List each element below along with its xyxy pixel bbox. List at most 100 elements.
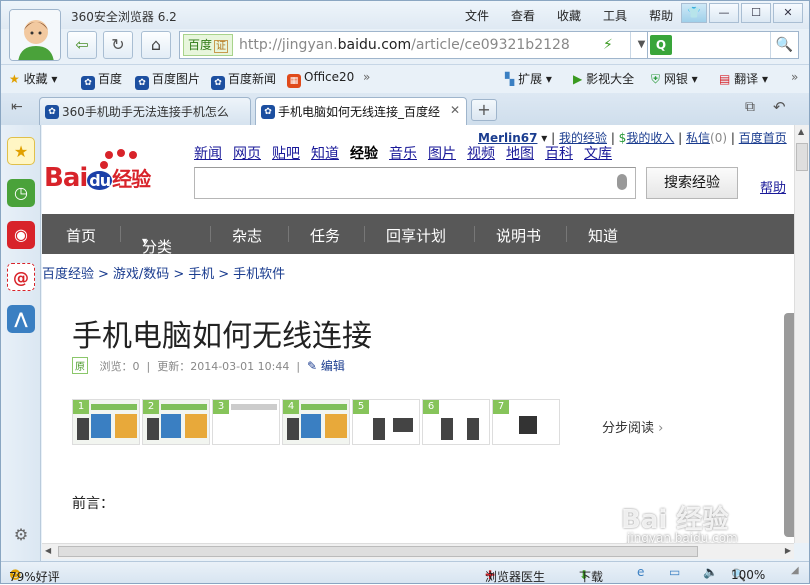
step-thumb[interactable]: 6 <box>422 399 490 445</box>
sidebar-toggle-icon[interactable]: ⇤ <box>11 99 23 115</box>
search-jingyan-button[interactable]: 搜索经验 <box>646 167 738 199</box>
scroll-thumb[interactable] <box>796 143 808 171</box>
article-meta: 原 浏览：0 | 更新：2014-03-01 10:44 | ✎ 编辑 <box>72 357 345 374</box>
favorites-star-icon[interactable]: ★ <box>7 137 35 165</box>
maximize-button[interactable]: ☐ <box>741 3 771 23</box>
fav-baidu-news[interactable]: ✿ 百度新闻 <box>211 70 276 90</box>
baidu-home-link[interactable]: 百度首页 <box>739 131 787 145</box>
crumb-phone-software[interactable]: 手机软件 <box>233 267 285 282</box>
link-baike[interactable]: 百科 <box>545 146 573 162</box>
jingyan-search-input[interactable] <box>194 167 636 199</box>
microphone-icon[interactable] <box>617 174 627 190</box>
address-bar[interactable]: 百度证 http://jingyan.baidu.com/article/ce0… <box>179 31 653 59</box>
skin-button[interactable]: 👕 <box>681 3 707 23</box>
resize-grip-icon[interactable]: ◢ <box>791 565 799 576</box>
nav-share-plan[interactable]: 回享计划 <box>386 225 446 246</box>
nav-zhidao[interactable]: 知道 <box>588 225 618 246</box>
mail-icon[interactable]: @ <box>7 263 35 291</box>
video-button[interactable]: ▶ 影视大全 <box>573 70 634 87</box>
step-number: 1 <box>73 400 89 414</box>
fav-baidu-images[interactable]: ✿ 百度图片 <box>135 70 200 90</box>
app-icon[interactable]: ⋀ <box>7 305 35 333</box>
menu-favorites[interactable]: 收藏 <box>557 7 581 24</box>
step-thumb[interactable]: 2 <box>142 399 210 445</box>
speed-icon[interactable]: ⚡ <box>603 37 613 53</box>
view-count: 浏览：0 <box>99 360 140 373</box>
refresh-button[interactable]: ↻ <box>103 31 133 59</box>
scroll-left-icon[interactable]: ◀ <box>45 546 51 555</box>
menu-view[interactable]: 查看 <box>511 7 535 24</box>
weibo-icon[interactable]: ◉ <box>7 221 35 249</box>
link-wenku[interactable]: 文库 <box>584 146 612 162</box>
step-thumb[interactable]: 4 <box>282 399 350 445</box>
settings-gear-icon[interactable]: ⚙ <box>7 521 35 549</box>
user-avatar[interactable] <box>9 9 61 61</box>
restore-tabs-icon[interactable]: ⧉ <box>745 99 755 115</box>
history-clock-icon[interactable]: ◷ <box>7 179 35 207</box>
edit-link[interactable]: ✎ 编辑 <box>307 359 345 373</box>
tab-active[interactable]: ✿ 手机电脑如何无线连接_百度经 ✕ <box>255 97 467 125</box>
vertical-scrollbar[interactable]: ▲ <box>794 125 809 543</box>
fav-office[interactable]: ▦ Office20 <box>287 70 354 88</box>
step-thumb[interactable]: 1 <box>72 399 140 445</box>
screen-icon[interactable]: ▭ <box>669 565 680 579</box>
volume-icon[interactable]: 🔈 <box>703 565 718 579</box>
link-video[interactable]: 视频 <box>467 146 495 162</box>
nav-tasks[interactable]: 任务 <box>310 225 340 246</box>
crumb-games[interactable]: 游戏/数码 <box>113 267 169 282</box>
nav-magazine[interactable]: 杂志 <box>232 225 262 246</box>
link-tieba[interactable]: 贴吧 <box>272 146 300 162</box>
search-icon[interactable]: 🔍 <box>770 32 798 58</box>
menu-tools[interactable]: 工具 <box>603 7 627 24</box>
close-button[interactable]: ✕ <box>773 3 803 23</box>
extensions-button[interactable]: ▚ 扩展 ▾ <box>505 70 552 87</box>
back-button[interactable]: ⇦ <box>67 31 97 59</box>
my-income-link[interactable]: 我的收入 <box>626 131 674 145</box>
crumb-home[interactable]: 百度经验 <box>42 267 94 282</box>
help-link[interactable]: 帮助 <box>760 177 786 196</box>
step-thumb[interactable]: 5 <box>352 399 420 445</box>
toolbar-more-icon[interactable]: » <box>791 70 798 84</box>
new-tab-button[interactable]: + <box>471 99 497 121</box>
scroll-up-icon[interactable]: ▲ <box>798 127 804 136</box>
h-scroll-thumb[interactable] <box>58 546 698 557</box>
link-web[interactable]: 网页 <box>233 146 261 162</box>
ie-icon[interactable]: e <box>637 565 644 579</box>
menu-help[interactable]: 帮助 <box>649 7 673 24</box>
fav-baidu[interactable]: ✿ 百度 <box>81 70 122 90</box>
cert-badge[interactable]: 百度证 <box>183 34 234 56</box>
preface-heading: 前言： <box>72 496 114 512</box>
translate-button[interactable]: ▤ 翻译 ▾ <box>719 70 768 87</box>
horizontal-scrollbar[interactable]: ◀ ▶ <box>42 543 794 559</box>
undo-close-icon[interactable]: ↶ <box>773 98 786 116</box>
close-tab-icon[interactable]: ✕ <box>445 103 460 117</box>
minimize-button[interactable]: — <box>709 3 739 23</box>
url-text[interactable]: http://jingyan.baidu.com/article/ce09321… <box>239 37 599 53</box>
bank-button[interactable]: ⛨ 网银 ▾ <box>651 70 698 87</box>
step-thumb[interactable]: 3 <box>212 399 280 445</box>
favorites-menu[interactable]: ★ 收藏 ▾ <box>9 70 57 87</box>
link-news[interactable]: 新闻 <box>194 146 222 162</box>
translate-icon: ▤ <box>719 72 731 86</box>
nav-manual[interactable]: 说明书 <box>496 225 541 246</box>
messages-link[interactable]: 私信 <box>686 131 710 145</box>
step-thumb[interactable]: 7 <box>492 399 560 445</box>
tab-inactive[interactable]: ✿ 360手机助手无法连接手机怎么 <box>39 97 251 125</box>
scroll-right-icon[interactable]: ▶ <box>785 546 791 555</box>
menu-file[interactable]: 文件 <box>465 7 489 24</box>
fav-more-icon[interactable]: » <box>363 70 370 84</box>
home-button[interactable]: ⌂ <box>141 31 171 59</box>
url-prefix: http://jingyan. <box>239 37 338 53</box>
link-zhidao[interactable]: 知道 <box>311 146 339 162</box>
link-jingyan[interactable]: 经验 <box>350 146 378 162</box>
search-box[interactable]: Q 🔍 <box>647 31 799 59</box>
crumb-phone[interactable]: 手机 <box>188 267 214 282</box>
edit-label: 编辑 <box>320 359 345 373</box>
link-map[interactable]: 地图 <box>506 146 534 162</box>
nav-home[interactable]: 首页 <box>66 225 96 246</box>
link-images[interactable]: 图片 <box>428 146 456 162</box>
link-music[interactable]: 音乐 <box>389 146 417 162</box>
baidu-jingyan-logo[interactable]: Bai du 经验 <box>44 149 184 195</box>
search-engine-icon[interactable]: Q <box>650 35 672 55</box>
step-read-link[interactable]: 分步阅读 › <box>602 417 663 436</box>
